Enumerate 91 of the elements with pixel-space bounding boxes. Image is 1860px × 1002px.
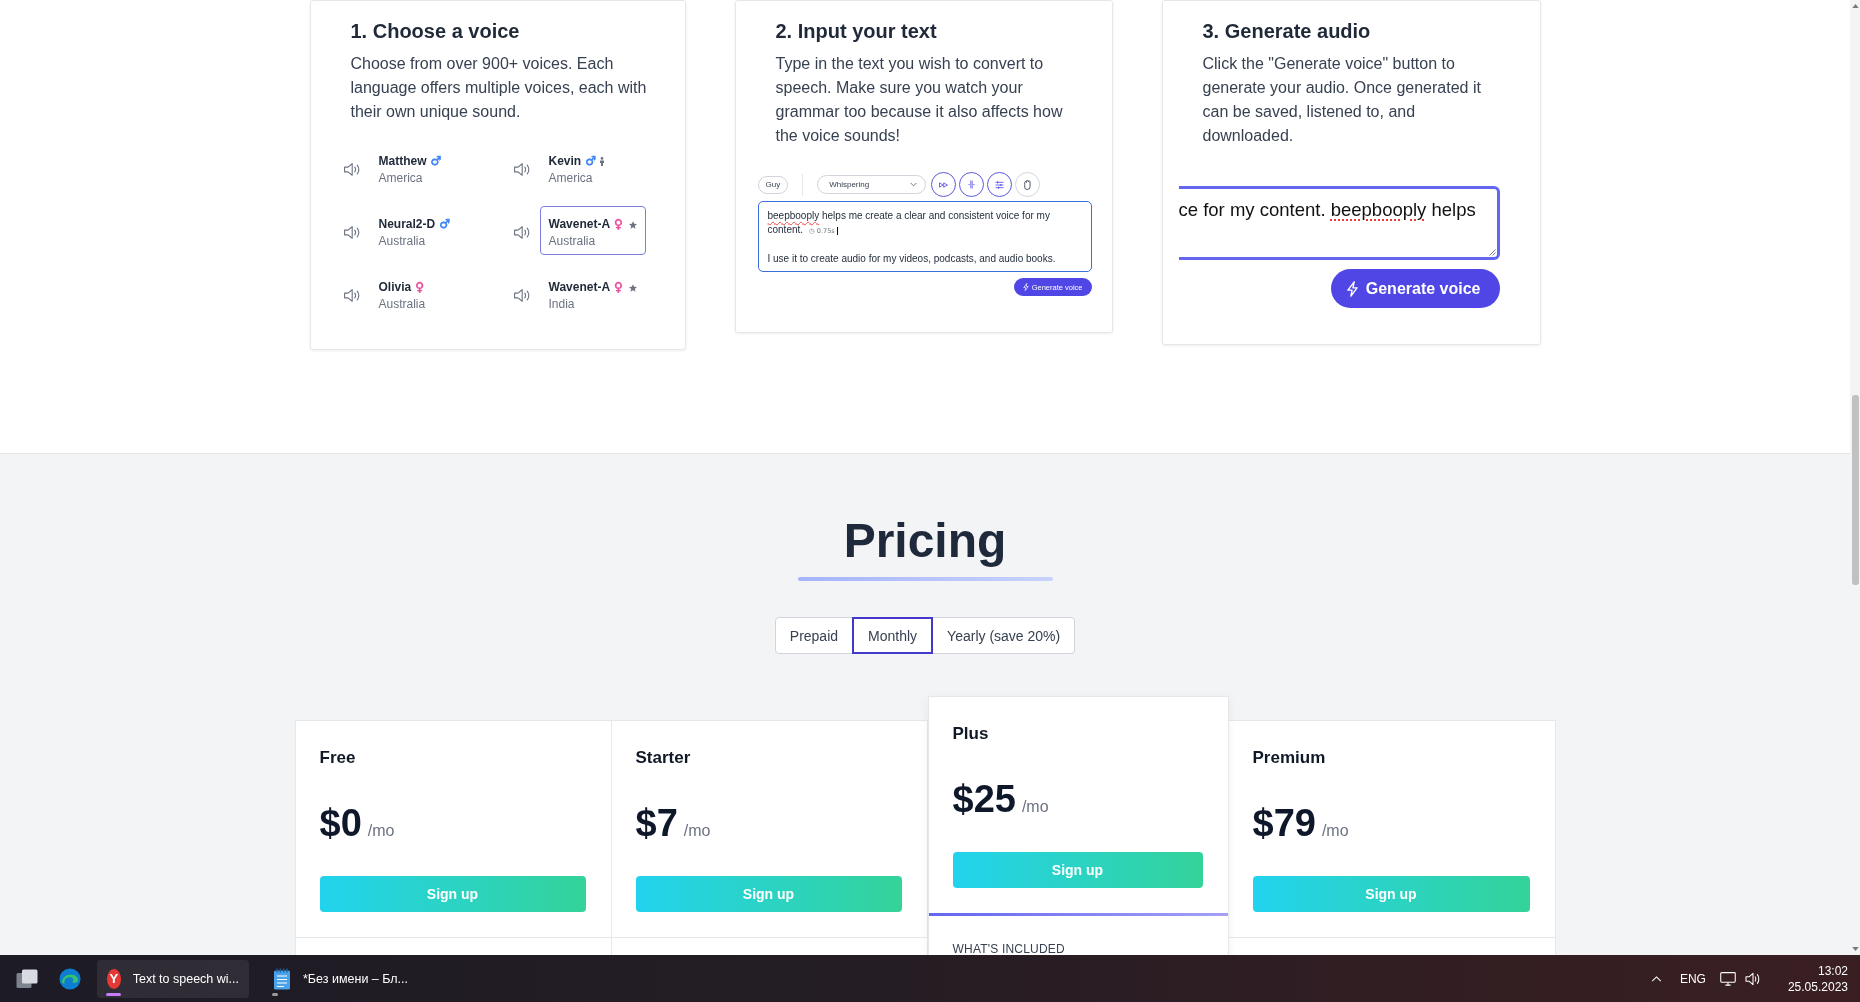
billing-option[interactable]: Monthly xyxy=(852,617,934,654)
voice-option[interactable]: Kevin ♂ America xyxy=(539,143,646,192)
plan-name: Plus xyxy=(952,723,990,745)
fast-forward-icon xyxy=(939,181,949,188)
input-text: ce for my content. beepbooply helps xyxy=(1178,199,1476,220)
tool-button[interactable] xyxy=(959,172,985,197)
speaker-icon[interactable] xyxy=(343,226,360,239)
scroll-thumb[interactable] xyxy=(1851,395,1859,585)
plan-price: $79 xyxy=(1252,801,1316,845)
scroll-down-icon[interactable] xyxy=(1851,947,1859,951)
gender-symbol: ♀ xyxy=(614,218,623,231)
voice-country: America xyxy=(378,170,424,187)
style-dropdown[interactable]: Whispering xyxy=(817,175,927,194)
step-description: Click the "Generate voice" button to generate your audio. Once generated it can be saved, listened to, and downloaded. xyxy=(1202,54,1482,146)
window-stack-icon[interactable] xyxy=(16,968,38,989)
notebook-icon xyxy=(273,967,291,990)
scroll-up-icon[interactable] xyxy=(1851,4,1859,8)
monitor-icon[interactable] xyxy=(1719,971,1736,986)
price-period: /mo xyxy=(1321,822,1349,840)
voice-country: America xyxy=(548,170,594,187)
billing-option[interactable]: Yearly (save 20%) xyxy=(932,617,1076,654)
voice-country: Australia xyxy=(378,233,427,250)
voice-chip[interactable]: Guy xyxy=(757,175,789,194)
gender-symbol: ♀ xyxy=(614,281,623,294)
generate-voice-button[interactable]: Generate voice xyxy=(1330,269,1500,308)
price-period: /mo xyxy=(683,822,711,840)
browser-icon[interactable] xyxy=(59,967,81,990)
gender-symbol: ♀ xyxy=(415,281,424,294)
running-indicator xyxy=(272,992,278,996)
lightning-icon xyxy=(1346,280,1358,297)
plan-price: $25 xyxy=(952,777,1016,821)
taskbar-window[interactable]: Y Text to speech wi... xyxy=(97,959,249,998)
dropdown-value: Whispering xyxy=(829,180,870,189)
voice-option[interactable]: Wavenet-A ♀ India xyxy=(539,269,646,318)
chevron-up-icon[interactable] xyxy=(1650,975,1662,982)
scrollbar[interactable] xyxy=(1850,0,1860,955)
gender-symbol: ♂ xyxy=(430,155,442,168)
price-period: /mo xyxy=(1021,798,1049,816)
speaker-icon[interactable] xyxy=(343,289,360,302)
plan-price: $0 xyxy=(319,801,362,845)
clock-time[interactable]: 13:02 xyxy=(1817,962,1848,979)
window-title: Text to speech wi... xyxy=(132,971,239,986)
voice-name: Wavenet-A xyxy=(548,216,611,233)
step-title: 3. Generate audio xyxy=(1202,19,1372,44)
plan-name: Starter xyxy=(635,747,692,769)
plan-name: Premium xyxy=(1252,747,1327,769)
taskbar-window[interactable]: *Без имени – Бл... xyxy=(263,959,419,998)
browser-logo: Y xyxy=(107,968,121,989)
sliders-icon xyxy=(995,180,1005,189)
price-period: /mo xyxy=(367,822,395,840)
speaker-icon[interactable] xyxy=(513,226,530,239)
step-title: 1. Choose a voice xyxy=(350,19,521,44)
voice-country: Australia xyxy=(548,233,597,250)
section-heading: Pricing xyxy=(843,513,1007,569)
resize-handle-icon[interactable] xyxy=(1487,248,1496,256)
billing-option[interactable]: Prepaid xyxy=(774,617,854,654)
plan-price: $7 xyxy=(635,801,678,845)
voice-option[interactable]: Olivia ♀ Australia xyxy=(369,269,476,318)
tool-button[interactable] xyxy=(931,172,957,197)
voice-name: Neural2-D xyxy=(378,216,436,233)
mouse-icon xyxy=(1024,179,1032,190)
speaker-icon[interactable] xyxy=(513,289,530,302)
step-title: 2. Input your text xyxy=(775,19,938,44)
voice-name: Olivia xyxy=(378,279,412,296)
voice-option[interactable]: Neural2-D ♂ Australia xyxy=(369,206,476,255)
voice-country: Australia xyxy=(378,296,427,313)
speaker-icon[interactable] xyxy=(343,163,360,176)
chevron-down-icon xyxy=(910,182,918,187)
voice-name: Wavenet-A xyxy=(548,279,611,296)
lightning-icon xyxy=(1022,283,1029,291)
voice-option[interactable]: Matthew ♂ America xyxy=(369,143,476,192)
text-input-field[interactable]: ce for my content. beepbooply helps xyxy=(1178,186,1500,260)
editor-text: I use it to create audio for my videos, podcasts, and audio books. xyxy=(767,252,1057,266)
window-title: *Без имени – Бл... xyxy=(303,971,409,986)
language-indicator[interactable]: ENG xyxy=(1679,971,1706,986)
gender-symbol: ♂ xyxy=(585,155,596,168)
split-bars-icon xyxy=(968,180,976,189)
gender-symbol: ♂ xyxy=(439,218,450,231)
running-indicator xyxy=(106,992,121,996)
features-heading: WHAT'S INCLUDED xyxy=(952,942,1066,955)
volume-icon[interactable] xyxy=(1744,971,1761,986)
step-description: Choose from over 900+ voices. Each language offers multiple voices, each with their own unique sound. xyxy=(350,54,648,122)
speaker-icon[interactable] xyxy=(513,163,530,176)
tool-button[interactable] xyxy=(987,172,1013,197)
voice-option[interactable]: Wavenet-A ♀ Australia xyxy=(539,206,646,255)
voice-country: India xyxy=(548,296,576,313)
step-description: Type in the text you wish to convert to speech. Make sure you watch your grammar too because it also affects how the voice sounds! xyxy=(775,54,1064,146)
plan-name: Free xyxy=(319,747,357,769)
voice-name: Matthew xyxy=(378,153,427,170)
clock-date[interactable]: 25.05.2023 xyxy=(1787,978,1848,995)
voice-name: Kevin xyxy=(548,153,582,170)
